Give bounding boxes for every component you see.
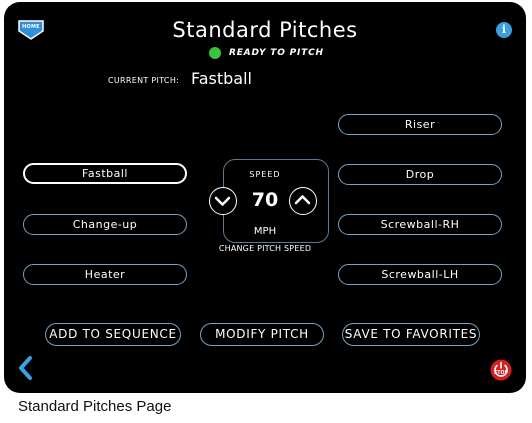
chevron-left-icon (19, 356, 32, 380)
pitch-button-riser[interactable]: Riser (338, 114, 502, 135)
speed-caption: CHANGE PITCH SPEED (218, 244, 312, 253)
power-stop-icon: STOP (490, 359, 512, 381)
add-to-sequence-button[interactable]: ADD TO SEQUENCE (45, 323, 181, 346)
current-pitch-value: Fastball (191, 69, 252, 88)
status-text: READY TO PITCH (229, 48, 324, 58)
speed-increase-button[interactable] (289, 187, 317, 215)
stop-button[interactable]: STOP (490, 359, 512, 381)
modify-pitch-button[interactable]: MODIFY PITCH (200, 323, 324, 346)
chevron-down-icon (214, 196, 231, 206)
pitch-button-screwball-lh[interactable]: Screwball-LH (338, 264, 502, 285)
speed-value: 70 (251, 189, 279, 211)
figure-caption: Standard Pitches Page (18, 398, 172, 415)
speed-unit: MPH (253, 226, 277, 237)
back-button[interactable] (18, 356, 34, 380)
status-indicator: READY TO PITCH (209, 47, 324, 59)
current-pitch-label: CURRENT PITCH: (108, 76, 180, 85)
info-icon[interactable]: i (496, 22, 512, 38)
chevron-up-icon (294, 195, 311, 205)
stop-label: STOP (494, 370, 509, 376)
speed-label: SPEED (249, 170, 281, 179)
pitch-button-heater[interactable]: Heater (23, 264, 187, 285)
status-dot-icon (209, 47, 221, 59)
device-screen: HOME Standard Pitches i READY TO PITCH C… (4, 2, 526, 393)
save-to-favorites-button[interactable]: SAVE TO FAVORITES (342, 323, 480, 346)
speed-decrease-button[interactable] (209, 187, 237, 215)
page-title: Standard Pitches (172, 18, 358, 42)
